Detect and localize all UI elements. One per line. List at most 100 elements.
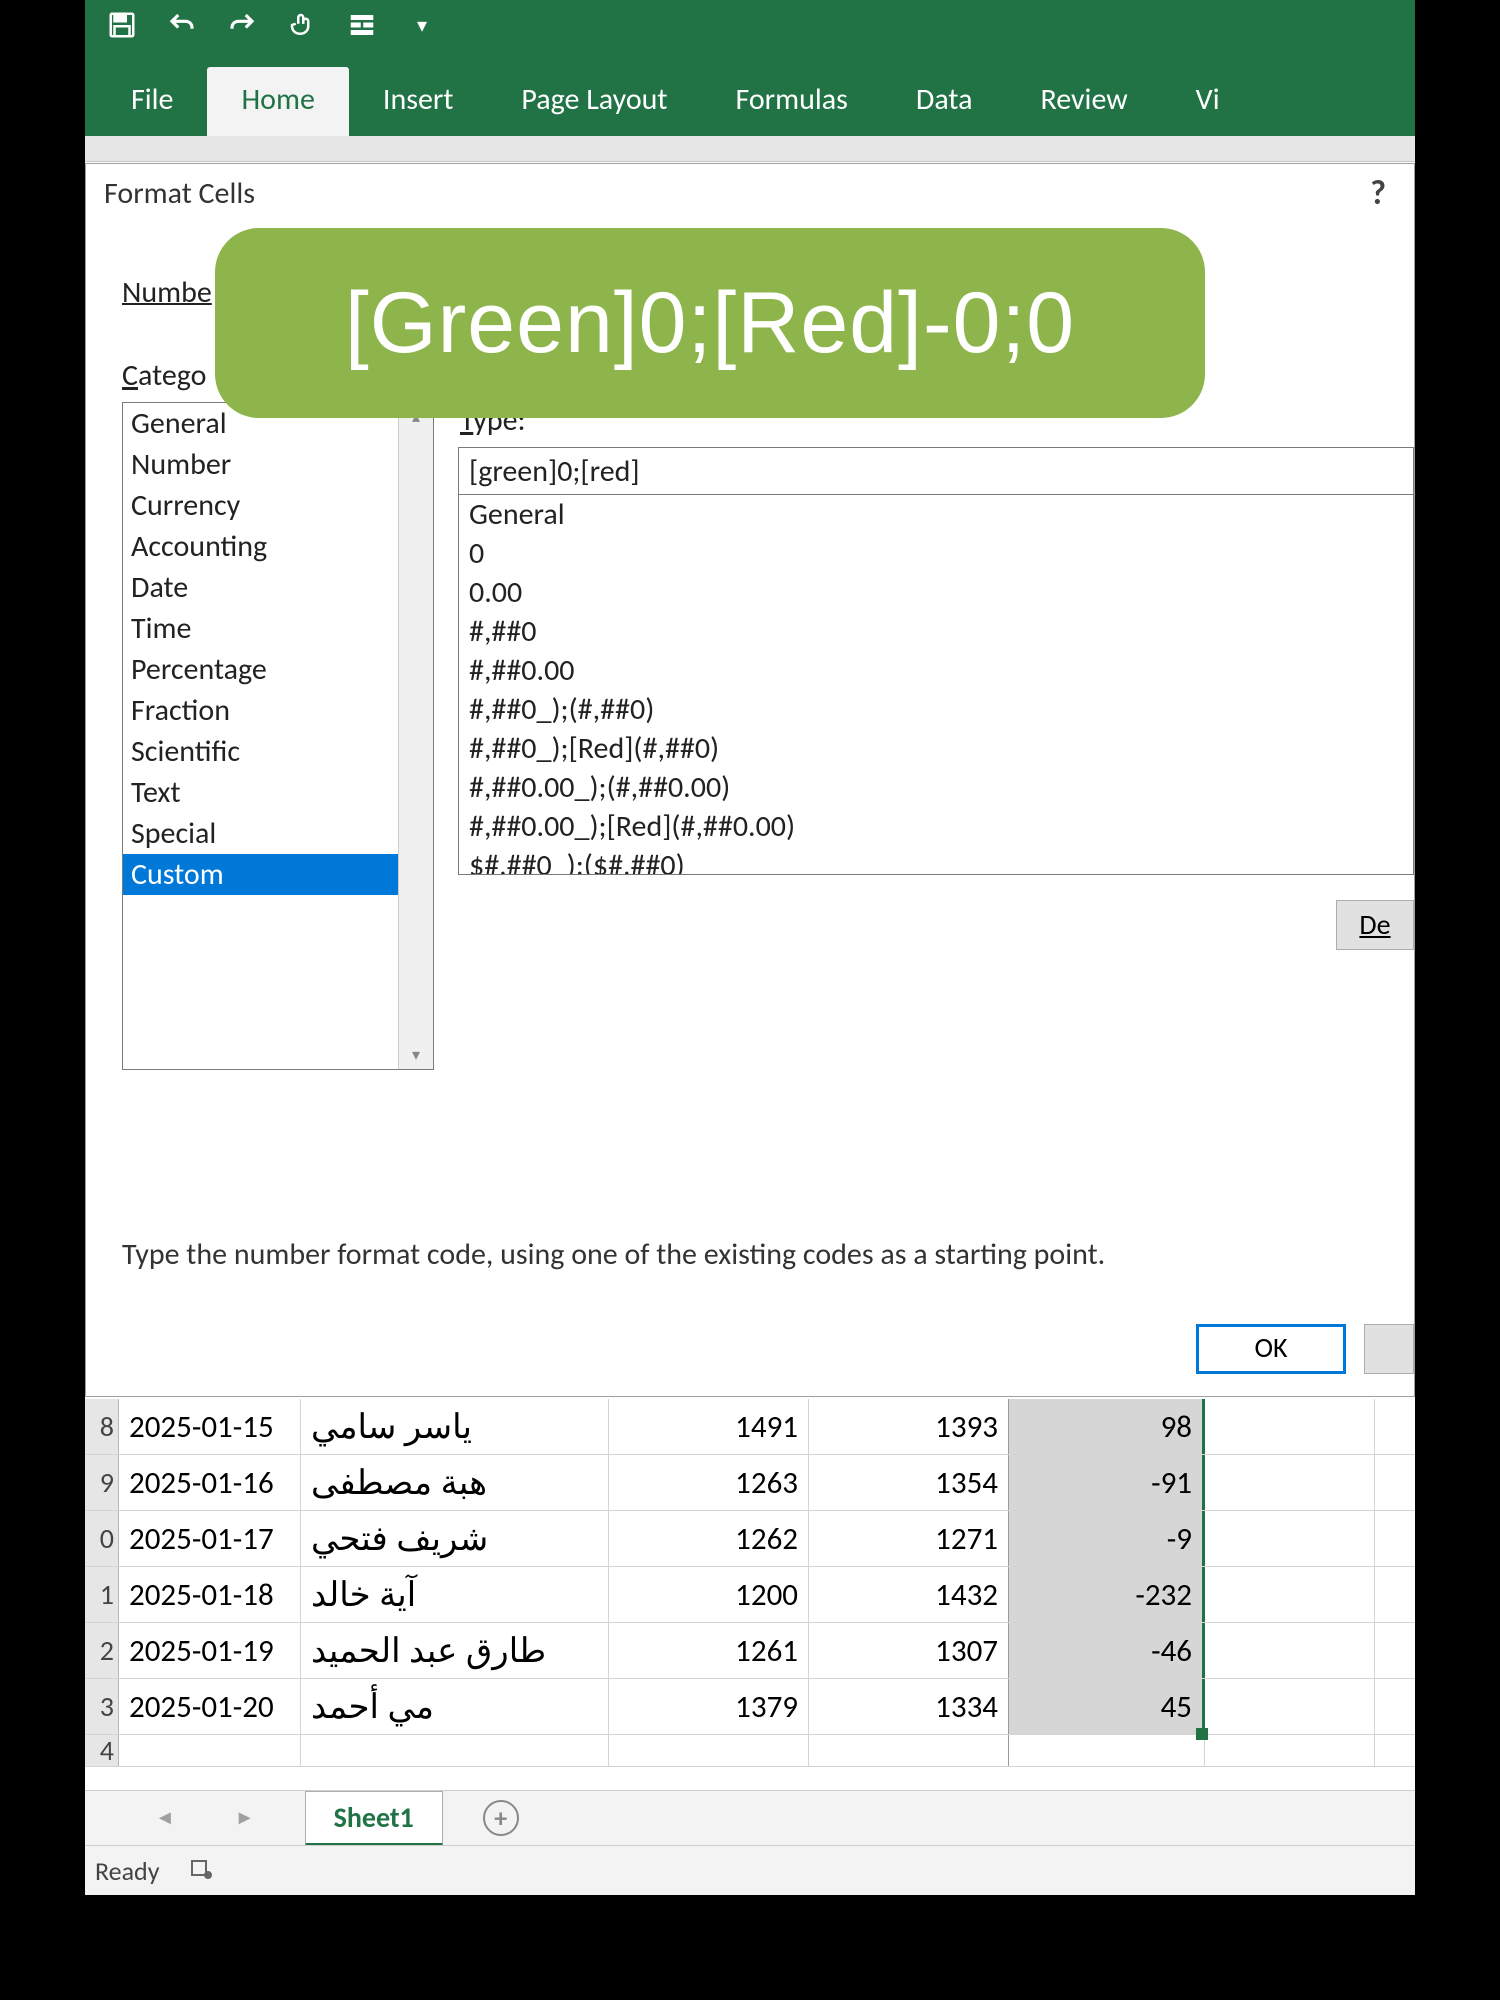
form-icon[interactable]	[343, 6, 381, 44]
format-code-item[interactable]: #,##0_);(#,##0)	[459, 690, 1413, 729]
cell[interactable]: 1307	[809, 1623, 1009, 1678]
tab-formulas[interactable]: Formulas	[701, 67, 881, 136]
cell[interactable]: -46	[1009, 1623, 1205, 1678]
cell[interactable]: ياسر سامي	[301, 1399, 609, 1454]
table-row[interactable]: 9 2025-01-16 هبة مصطفى 1263 1354 -91	[85, 1455, 1415, 1511]
category-custom[interactable]: Custom	[123, 854, 433, 895]
row-header[interactable]: 1	[85, 1567, 119, 1622]
sheet-tab-sheet1[interactable]: Sheet1	[305, 1791, 443, 1846]
format-code-item[interactable]: #,##0.00	[459, 651, 1413, 690]
cell[interactable]: 1261	[609, 1623, 809, 1678]
cell[interactable]	[1205, 1455, 1375, 1510]
cell[interactable]	[1009, 1735, 1205, 1766]
cell[interactable]: 45	[1009, 1679, 1205, 1734]
cell[interactable]: 1271	[809, 1511, 1009, 1566]
category-number[interactable]: Number	[123, 444, 433, 485]
table-row[interactable]: 2 2025-01-19 طارق عبد الحميد 1261 1307 -…	[85, 1623, 1415, 1679]
category-time[interactable]: Time	[123, 608, 433, 649]
cell[interactable]: آية خالد	[301, 1567, 609, 1622]
cell[interactable]: 1393	[809, 1399, 1009, 1454]
formula-bar[interactable]	[85, 136, 1415, 162]
cell[interactable]: 2025-01-19	[119, 1623, 301, 1678]
table-row[interactable]: 0 2025-01-17 شريف فتحي 1262 1271 -9	[85, 1511, 1415, 1567]
ok-button[interactable]: OK	[1196, 1324, 1346, 1374]
cell[interactable]: 2025-01-18	[119, 1567, 301, 1622]
category-scientific[interactable]: Scientific	[123, 731, 433, 772]
cell[interactable]	[1205, 1623, 1375, 1678]
category-percentage[interactable]: Percentage	[123, 649, 433, 690]
cell[interactable]	[119, 1735, 301, 1766]
table-row[interactable]: 8 2025-01-15 ياسر سامي 1491 1393 98	[85, 1399, 1415, 1455]
sheet-nav-next-icon[interactable]: ►	[225, 1806, 265, 1830]
format-code-item[interactable]: General	[459, 495, 1413, 534]
cell[interactable]: 1263	[609, 1455, 809, 1510]
tab-review[interactable]: Review	[1006, 67, 1161, 136]
cell[interactable]: -91	[1009, 1455, 1205, 1510]
cell[interactable]	[809, 1735, 1009, 1766]
cell[interactable]	[1205, 1679, 1375, 1734]
row-header[interactable]: 3	[85, 1679, 119, 1734]
scroll-down-icon[interactable]: ▾	[412, 1045, 420, 1065]
tab-view[interactable]: Vi	[1162, 67, 1254, 136]
category-special[interactable]: Special	[123, 813, 433, 854]
undo-icon[interactable]	[163, 6, 201, 44]
row-header[interactable]: 0	[85, 1511, 119, 1566]
row-header[interactable]: 2	[85, 1623, 119, 1678]
cell[interactable]: شريف فتحي	[301, 1511, 609, 1566]
cell[interactable]: 1379	[609, 1679, 809, 1734]
category-date[interactable]: Date	[123, 567, 433, 608]
cell[interactable]: مي أحمد	[301, 1679, 609, 1734]
touch-mode-icon[interactable]	[283, 6, 321, 44]
cell[interactable]	[1205, 1399, 1375, 1454]
category-accounting[interactable]: Accounting	[123, 526, 433, 567]
format-code-item[interactable]: 0	[459, 534, 1413, 573]
add-sheet-button[interactable]: +	[483, 1800, 519, 1836]
cell[interactable]: -232	[1009, 1567, 1205, 1622]
cell[interactable]: 1432	[809, 1567, 1009, 1622]
tab-home[interactable]: Home	[207, 67, 348, 136]
help-button[interactable]: ?	[1360, 173, 1396, 214]
cell[interactable]: 2025-01-16	[119, 1455, 301, 1510]
table-row[interactable]: 4	[85, 1735, 1415, 1767]
table-row[interactable]: 3 2025-01-20 مي أحمد 1379 1334 45	[85, 1679, 1415, 1735]
format-code-item[interactable]: #,##0.00_);[Red](#,##0.00)	[459, 807, 1413, 846]
format-code-item[interactable]: 0.00	[459, 573, 1413, 612]
cell[interactable]	[1205, 1735, 1375, 1766]
category-fraction[interactable]: Fraction	[123, 690, 433, 731]
customize-qat-icon[interactable]: ▾	[403, 6, 441, 44]
cell[interactable]: طارق عبد الحميد	[301, 1623, 609, 1678]
cell[interactable]	[1205, 1567, 1375, 1622]
cell[interactable]: 1354	[809, 1455, 1009, 1510]
tab-file[interactable]: File	[97, 67, 207, 136]
row-header[interactable]: 9	[85, 1455, 119, 1510]
tab-data[interactable]: Data	[882, 67, 1007, 136]
cell[interactable]: 98	[1009, 1399, 1205, 1454]
tab-page-layout[interactable]: Page Layout	[487, 67, 701, 136]
spreadsheet-grid[interactable]: 8 2025-01-15 ياسر سامي 1491 1393 98 9 20…	[85, 1399, 1415, 1767]
format-code-item[interactable]: #,##0	[459, 612, 1413, 651]
tab-insert[interactable]: Insert	[349, 67, 488, 136]
format-code-item[interactable]: #,##0.00_);(#,##0.00)	[459, 768, 1413, 807]
sheet-nav-prev-icon[interactable]: ◄	[145, 1806, 185, 1830]
cell[interactable]	[1205, 1511, 1375, 1566]
category-text[interactable]: Text	[123, 772, 433, 813]
cell[interactable]: 1262	[609, 1511, 809, 1566]
redo-icon[interactable]	[223, 6, 261, 44]
scrollbar[interactable]: ▴ ▾	[398, 403, 433, 1069]
category-listbox[interactable]: General Number Currency Accounting Date …	[122, 402, 434, 1070]
cell[interactable]: 1491	[609, 1399, 809, 1454]
cell[interactable]: هبة مصطفى	[301, 1455, 609, 1510]
row-header[interactable]: 8	[85, 1399, 119, 1454]
cell[interactable]: 2025-01-17	[119, 1511, 301, 1566]
format-code-item[interactable]: #,##0_);[Red](#,##0)	[459, 729, 1413, 768]
cell[interactable]: 2025-01-20	[119, 1679, 301, 1734]
cell[interactable]: 1200	[609, 1567, 809, 1622]
macro-record-icon[interactable]	[189, 1855, 213, 1887]
format-code-listbox[interactable]: General 0 0.00 #,##0 #,##0.00 #,##0_);(#…	[458, 495, 1414, 875]
format-code-item[interactable]: $#,##0_);($#,##0)	[459, 846, 1413, 875]
row-header[interactable]: 4	[85, 1735, 119, 1766]
cell[interactable]: 2025-01-15	[119, 1399, 301, 1454]
table-row[interactable]: 1 2025-01-18 آية خالد 1200 1432 -232	[85, 1567, 1415, 1623]
selection-handle[interactable]	[1196, 1728, 1208, 1740]
save-icon[interactable]	[103, 6, 141, 44]
